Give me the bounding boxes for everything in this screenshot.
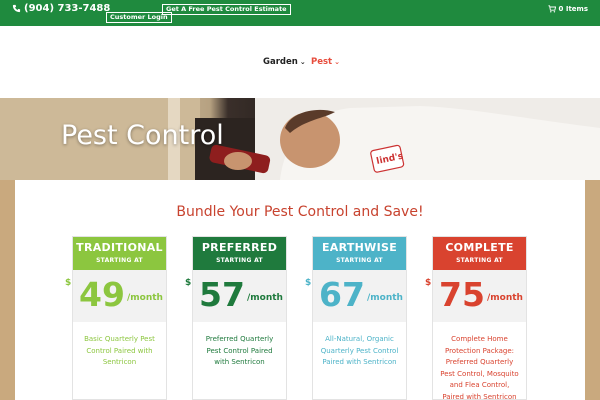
nav-item-pest[interactable]: Pest ⌄ xyxy=(311,57,340,67)
plan-description: Complete Home Protection Package: Prefer… xyxy=(440,335,519,400)
pricing-card-header: COMPLETE STARTING AT xyxy=(433,237,526,270)
plan-name: COMPLETE xyxy=(445,241,514,254)
plan-name: TRADITIONAL xyxy=(76,241,163,254)
plan-price: $ 57 /month xyxy=(185,270,286,322)
chevron-down-icon: ⌄ xyxy=(299,58,306,66)
page-title: Pest Control xyxy=(61,120,224,151)
plan-description: Preferred Quarterly Pest Control Paired … xyxy=(205,335,274,366)
pricing-section: Bundle Your Pest Control and Save! TRADI… xyxy=(15,180,585,400)
main-nav: Garden ⌄ Pest ⌄ xyxy=(0,26,600,98)
price-amount: 67 xyxy=(319,275,365,314)
phone-number: (904) 733-7488 xyxy=(24,3,111,14)
plan-description: Basic Quarterly Pest Control Paired with… xyxy=(84,335,155,366)
nav-item-garden[interactable]: Garden ⌄ xyxy=(263,57,306,67)
price-period: /month xyxy=(127,293,163,303)
pricing-card-preferred[interactable]: PREFERRED STARTING AT $ 57 /month Prefer… xyxy=(185,236,287,400)
price-period: /month xyxy=(367,293,403,303)
phone-icon xyxy=(12,4,21,13)
pricing-card-earthwise[interactable]: EARTHWISE STARTING AT $ 67 /month All-Na… xyxy=(305,236,407,400)
cart-icon xyxy=(547,5,556,13)
plan-price: $ 75 /month xyxy=(425,270,526,322)
pricing-card-header: TRADITIONAL STARTING AT xyxy=(73,237,166,270)
pricing-card-complete[interactable]: COMPLETE STARTING AT $ 75 /month Complet… xyxy=(425,236,527,400)
currency-symbol: $ xyxy=(185,278,192,288)
price-amount: 75 xyxy=(439,275,485,314)
price-period: /month xyxy=(487,293,523,303)
top-bar: (904) 733-7488 Get A Free Pest Control E… xyxy=(0,0,600,26)
nav-item-label: Garden xyxy=(263,57,298,67)
plan-name: EARTHWISE xyxy=(321,241,398,254)
currency-symbol: $ xyxy=(425,278,432,288)
currency-symbol: $ xyxy=(65,278,72,288)
plan-description: All-Natural, Organic Quarterly Pest Cont… xyxy=(320,335,399,366)
cart-link[interactable]: 0 Items xyxy=(547,5,588,13)
phone-link[interactable]: (904) 733-7488 xyxy=(12,3,110,14)
price-period: /month xyxy=(247,293,283,303)
pricing-card-traditional[interactable]: TRADITIONAL STARTING AT $ 49 /month Basi… xyxy=(65,236,167,400)
free-estimate-button[interactable]: Get A Free Pest Control Estimate xyxy=(162,4,291,15)
pricing-card-header: PREFERRED STARTING AT xyxy=(193,237,286,270)
plan-subtitle: STARTING AT xyxy=(336,257,383,264)
plan-price: $ 49 /month xyxy=(65,270,166,322)
hero-banner: lind's Pest Control xyxy=(0,98,600,180)
price-amount: 57 xyxy=(199,275,245,314)
cart-count: 0 Items xyxy=(558,5,588,13)
chevron-down-icon: ⌄ xyxy=(334,58,340,66)
currency-symbol: $ xyxy=(305,278,312,288)
pricing-card-header: EARTHWISE STARTING AT xyxy=(313,237,406,270)
plan-subtitle: STARTING AT xyxy=(456,257,503,264)
price-amount: 49 xyxy=(79,275,125,314)
plan-price: $ 67 /month xyxy=(305,270,406,322)
plan-subtitle: STARTING AT xyxy=(216,257,263,264)
plan-name: PREFERRED xyxy=(201,241,278,254)
plan-subtitle: STARTING AT xyxy=(96,257,143,264)
section-headline: Bundle Your Pest Control and Save! xyxy=(176,204,424,220)
customer-login-button[interactable]: Customer Login xyxy=(106,12,172,23)
nav-item-label: Pest xyxy=(311,57,333,67)
